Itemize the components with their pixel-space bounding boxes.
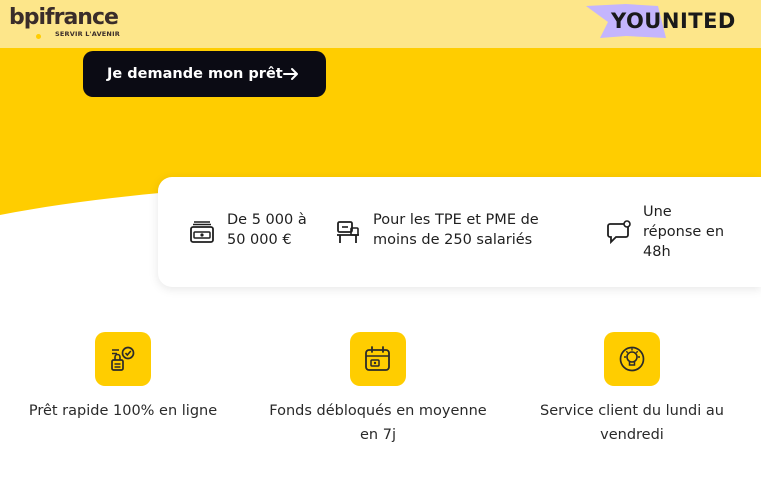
feature-fast-loan-icon-box bbox=[95, 332, 151, 386]
feature-fast-loan-text: Prêt rapide 100% en ligne bbox=[18, 399, 228, 423]
feature-support-text: Service client du lundi au vendredi bbox=[528, 399, 736, 447]
feature-funds-icon-box bbox=[350, 332, 406, 386]
info-amount-line1: De 5 000 à bbox=[227, 212, 307, 228]
info-response-line3: 48h bbox=[643, 244, 671, 260]
lightbulb-icon bbox=[619, 346, 645, 372]
info-amount-text: De 5 000 à 50 000 € bbox=[227, 210, 307, 250]
fast-loan-icon bbox=[111, 346, 135, 371]
feature-support-line2: vendredi bbox=[600, 427, 664, 443]
bpifrance-logo-dot bbox=[36, 34, 41, 39]
info-response-line1: Une bbox=[643, 204, 672, 220]
feature-funds-text: Fonds débloqués en moyenne en 7j bbox=[262, 399, 494, 447]
arrow-right-icon bbox=[283, 68, 298, 80]
info-target-line2: moins de 250 salariés bbox=[373, 232, 533, 248]
calendar-icon bbox=[365, 346, 390, 371]
feature-fast-loan-line1: Prêt rapide 100% en ligne bbox=[28, 403, 218, 419]
apply-loan-button[interactable]: Je demande mon prêt bbox=[83, 51, 326, 97]
feature-funds-line1: Fonds débloqués en moyenne bbox=[269, 403, 487, 419]
workspace-icon bbox=[337, 221, 359, 243]
feature-support-line1: Service client du lundi au bbox=[540, 403, 724, 419]
bpifrance-wordmark: bpifrance bbox=[9, 5, 119, 30]
chat-bubble-icon bbox=[607, 220, 631, 245]
info-response-line2: réponse en bbox=[643, 224, 725, 240]
bpifrance-logo[interactable]: bpifrance SERVIR L'AVENIR bbox=[9, 5, 120, 41]
younited-wordmark: YOUNITED bbox=[611, 9, 736, 33]
loan-info-card: De 5 000 à 50 000 € Pour les TPE et PME … bbox=[158, 177, 761, 287]
banknote-icon bbox=[190, 221, 214, 243]
info-target-text: Pour les TPE et PME de moins de 250 sala… bbox=[373, 210, 539, 250]
info-amount-line2: 50 000 € bbox=[227, 232, 292, 248]
younited-logo[interactable]: YOUNITED bbox=[586, 2, 761, 40]
info-response-text: Une réponse en 48h bbox=[643, 202, 724, 262]
feature-funds-line2: en 7j bbox=[360, 427, 396, 443]
apply-loan-button-label: Je demande mon prêt bbox=[107, 66, 283, 82]
feature-support-icon-box bbox=[604, 332, 660, 386]
top-banner: bpifrance SERVIR L'AVENIR YOUNITED bbox=[0, 0, 761, 48]
info-target-line1: Pour les TPE et PME de bbox=[373, 212, 539, 228]
bpifrance-tagline: SERVIR L'AVENIR bbox=[55, 30, 120, 38]
